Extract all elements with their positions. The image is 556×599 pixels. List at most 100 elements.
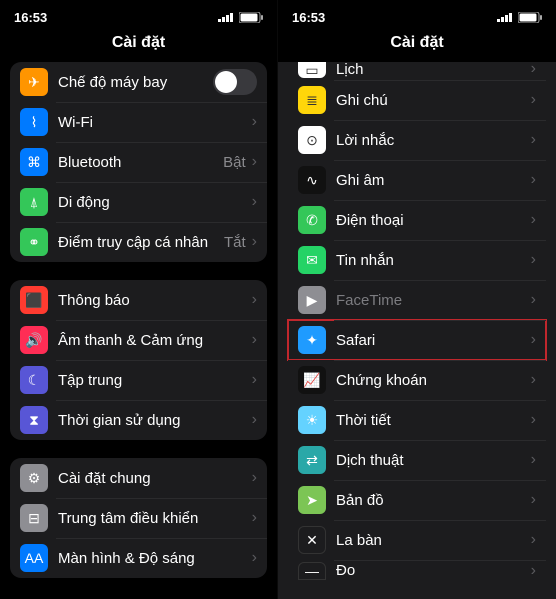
reminders-icon: ⊙: [298, 126, 326, 154]
row-label: Dịch thuật: [336, 452, 531, 469]
row-cellular[interactable]: ⍋Di động›: [10, 182, 267, 222]
wifi-icon: ⌇: [20, 108, 48, 136]
maps-icon: ➤: [298, 486, 326, 514]
row-label: Điểm truy cập cá nhân: [58, 234, 224, 251]
row-screentime[interactable]: ⧗ Thời gian sử dụng›: [10, 400, 267, 440]
phone-left: 16:53 Cài đặt ✈Chế độ máy bay⌇Wi-Fi›⌘Blu…: [0, 0, 278, 599]
row-calendar[interactable]: ▭Lịch›: [288, 62, 546, 80]
row-label: Chế độ máy bay: [58, 74, 213, 91]
stocks-icon: 📈: [298, 366, 326, 394]
chevron-right-icon: ›: [531, 411, 536, 429]
settings-group: ✈Chế độ máy bay⌇Wi-Fi›⌘BluetoothBật›⍋Di …: [10, 62, 267, 262]
row-label: Trung tâm điều khiển: [58, 510, 252, 527]
chevron-right-icon: ›: [252, 331, 257, 349]
messages-icon: ✉: [298, 246, 326, 274]
row-notifications[interactable]: ⬛Thông báo›: [10, 280, 267, 320]
row-detail: Tắt: [224, 234, 246, 251]
compass-icon: ✕: [298, 526, 326, 554]
row-stocks[interactable]: 📈 Chứng khoán›: [288, 360, 546, 400]
row-safari[interactable]: ✦Safari›: [288, 320, 546, 360]
row-notes[interactable]: ≣ Ghi chú›: [288, 80, 546, 120]
row-display[interactable]: AA Màn hình & Độ sáng›: [10, 538, 267, 578]
row-label: Điện thoại: [336, 212, 531, 229]
row-label: Thời gian sử dụng: [58, 412, 252, 429]
chevron-right-icon: ›: [531, 562, 536, 580]
row-label: Tập trung: [58, 372, 252, 389]
row-label: Thời tiết: [336, 412, 531, 429]
settings-list-right[interactable]: ▭Lịch›≣Ghi chú›⊙Lời nhắc›∿Ghi âm›✆Điện t…: [278, 62, 556, 599]
row-translate[interactable]: ⇄Dịch thuật›: [288, 440, 546, 480]
chevron-right-icon: ›: [531, 62, 536, 78]
toggle-airplane-mode[interactable]: [213, 69, 257, 95]
row-label: FaceTime: [336, 292, 531, 309]
row-messages[interactable]: ✉ Tin nhắn›: [288, 240, 546, 280]
text-icon: AA: [20, 544, 48, 572]
row-label: Âm thanh & Cảm ứng: [58, 332, 252, 349]
settings-group: ⚙Cài đặt chung›⊟Trung tâm điều khiển›AAM…: [10, 458, 267, 578]
row-compass[interactable]: ✕ La bàn›: [288, 520, 546, 560]
chevron-right-icon: ›: [531, 291, 536, 309]
facetime-icon: ▶: [298, 286, 326, 314]
row-label: Chứng khoán: [336, 372, 531, 389]
chevron-right-icon: ›: [252, 153, 257, 171]
row-maps[interactable]: ➤Bản đồ›: [288, 480, 546, 520]
row-label: Safari: [336, 332, 531, 349]
row-label: Cài đặt chung: [58, 470, 252, 487]
status-bar: 16:53: [278, 0, 556, 28]
row-label: Bluetooth: [58, 154, 223, 171]
row-bluetooth[interactable]: ⌘BluetoothBật›: [10, 142, 267, 182]
chevron-right-icon: ›: [252, 233, 257, 251]
row-sounds[interactable]: 🔊Âm thanh & Cảm ứng›: [10, 320, 267, 360]
row-measure[interactable]: —Đo›: [288, 560, 546, 582]
row-label: La bàn: [336, 532, 531, 549]
row-wifi[interactable]: ⌇Wi-Fi›: [10, 102, 267, 142]
weather-icon: ☀: [298, 406, 326, 434]
status-bar: 16:53: [0, 0, 277, 28]
row-label: Lời nhắc: [336, 132, 531, 149]
safari-icon: ✦: [298, 326, 326, 354]
chevron-right-icon: ›: [252, 411, 257, 429]
chevron-right-icon: ›: [531, 451, 536, 469]
row-label: Tin nhắn: [336, 252, 531, 269]
link-icon: ⚭: [20, 228, 48, 256]
chevron-right-icon: ›: [252, 549, 257, 567]
row-general[interactable]: ⚙Cài đặt chung›: [10, 458, 267, 498]
gear-icon: ⚙: [20, 464, 48, 492]
settings-list-left[interactable]: ✈Chế độ máy bay⌇Wi-Fi›⌘BluetoothBật›⍋Di …: [0, 62, 277, 599]
row-reminders[interactable]: ⊙ Lời nhắc›: [288, 120, 546, 160]
row-label: Bản đồ: [336, 492, 531, 509]
row-hotspot[interactable]: ⚭ Điểm truy cập cá nhânTắt ›: [10, 222, 267, 262]
page-title: Cài đặt: [0, 28, 277, 62]
chevron-right-icon: ›: [252, 113, 257, 131]
chevron-right-icon: ›: [531, 531, 536, 549]
row-voice-memos[interactable]: ∿Ghi âm›: [288, 160, 546, 200]
antenna-icon: ⍋: [20, 188, 48, 216]
row-label: Màn hình & Độ sáng: [58, 550, 252, 567]
row-label: Thông báo: [58, 292, 252, 309]
row-control-center[interactable]: ⊟Trung tâm điều khiển›: [10, 498, 267, 538]
row-weather[interactable]: ☀ Thời tiết›: [288, 400, 546, 440]
row-phone[interactable]: ✆Điện thoại›: [288, 200, 546, 240]
row-detail: Bật: [223, 154, 246, 171]
row-label: Ghi chú: [336, 92, 531, 109]
row-facetime[interactable]: ▶ FaceTime›: [288, 280, 546, 320]
row-label: Đo: [336, 562, 531, 579]
row-label: Ghi âm: [336, 172, 531, 189]
chevron-right-icon: ›: [531, 371, 536, 389]
notes-icon: ≣: [298, 86, 326, 114]
switches-icon: ⊟: [20, 504, 48, 532]
chevron-right-icon: ›: [252, 371, 257, 389]
hourglass-icon: ⧗: [20, 406, 48, 434]
chevron-right-icon: ›: [252, 193, 257, 211]
row-focus[interactable]: ☾ Tập trung›: [10, 360, 267, 400]
moon-icon: ☾: [20, 366, 48, 394]
voicememo-icon: ∿: [298, 166, 326, 194]
airplane-icon: ✈: [20, 68, 48, 96]
chevron-right-icon: ›: [531, 131, 536, 149]
battery-icon: [518, 12, 542, 23]
status-time: 16:53: [14, 10, 74, 25]
chevron-right-icon: ›: [531, 211, 536, 229]
row-airplane-mode[interactable]: ✈ Chế độ máy bay: [10, 62, 267, 102]
chevron-right-icon: ›: [531, 251, 536, 269]
chevron-right-icon: ›: [531, 91, 536, 109]
